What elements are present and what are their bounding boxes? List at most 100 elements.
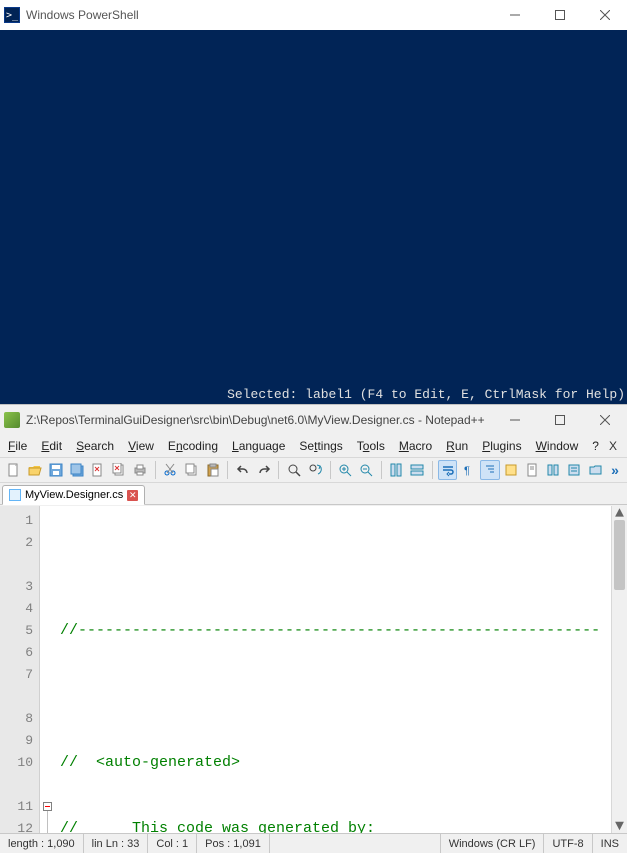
code-line: //--------------------------------------… <box>60 620 607 642</box>
close-all-icon[interactable] <box>110 460 129 480</box>
zoom-in-icon[interactable] <box>336 460 355 480</box>
notepadpp-window: Z:\Repos\TerminalGuiDesigner\src\bin\Deb… <box>0 405 627 853</box>
maximize-button[interactable] <box>537 405 582 435</box>
scroll-up-icon[interactable]: ▲ <box>612 506 627 520</box>
maximize-button[interactable] <box>537 0 582 30</box>
toolbar-separator <box>227 461 228 479</box>
code-editor[interactable]: //--------------------------------------… <box>54 506 611 833</box>
close-button[interactable] <box>582 405 627 435</box>
notepadpp-icon <box>4 412 20 428</box>
status-lines: lin Ln : 33 <box>84 834 149 853</box>
toolbar-separator <box>381 461 382 479</box>
notepadpp-titlebar: Z:\Repos\TerminalGuiDesigner\src\bin\Deb… <box>0 405 627 435</box>
svg-text:¶: ¶ <box>464 465 470 477</box>
menu-tools[interactable]: Tools <box>351 437 391 455</box>
menu-settings[interactable]: Settings <box>293 437 348 455</box>
print-icon[interactable] <box>131 460 150 480</box>
replace-icon[interactable] <box>305 460 324 480</box>
user-lang-icon[interactable] <box>502 460 521 480</box>
fold-column <box>40 506 54 833</box>
wordwrap-icon[interactable] <box>438 460 457 480</box>
scrollbar-thumb[interactable] <box>614 520 625 590</box>
sync-v-icon[interactable] <box>387 460 406 480</box>
minimize-button[interactable] <box>492 405 537 435</box>
menu-run[interactable]: Run <box>440 437 474 455</box>
powershell-title: Windows PowerShell <box>26 8 492 22</box>
line-number: 5 <box>0 620 33 642</box>
zoom-out-icon[interactable] <box>357 460 376 480</box>
line-number: 4 <box>0 598 33 620</box>
doc-list-icon[interactable] <box>544 460 563 480</box>
paste-icon[interactable] <box>203 460 222 480</box>
line-number: 10 <box>0 752 33 774</box>
menu-close-x[interactable]: X <box>609 439 627 453</box>
toolbar-separator <box>432 461 433 479</box>
status-spacer <box>270 834 441 853</box>
line-number: 1 <box>0 510 33 532</box>
terminal-status-line: Selected: label1 (F4 to Edit, E, CtrlMas… <box>227 387 625 402</box>
find-icon[interactable] <box>284 460 303 480</box>
save-icon[interactable] <box>46 460 65 480</box>
menu-plugins[interactable]: Plugins <box>476 437 527 455</box>
close-button[interactable] <box>582 0 627 30</box>
status-ins[interactable]: INS <box>593 834 627 853</box>
line-number: 2 <box>0 532 33 554</box>
powershell-titlebar: >_ Windows PowerShell <box>0 0 627 30</box>
menu-macro[interactable]: Macro <box>393 437 438 455</box>
menu-help[interactable]: ? <box>586 437 605 455</box>
toolbar: ¶ » <box>0 457 627 483</box>
cut-icon[interactable] <box>161 460 180 480</box>
save-all-icon[interactable] <box>67 460 86 480</box>
vertical-scrollbar[interactable]: ▲ ▼ <box>611 506 627 833</box>
show-all-chars-icon[interactable]: ¶ <box>459 460 478 480</box>
open-file-icon[interactable] <box>25 460 44 480</box>
status-length: length : 1,090 <box>0 834 84 853</box>
line-number: 11 <box>0 796 33 818</box>
menu-search[interactable]: Search <box>70 437 120 455</box>
tab-myview-designer[interactable]: MyView.Designer.cs ✕ <box>2 485 145 505</box>
menu-view[interactable]: View <box>122 437 160 455</box>
code-line <box>60 554 607 576</box>
status-col: Col : 1 <box>148 834 197 853</box>
sync-h-icon[interactable] <box>408 460 427 480</box>
tab-close-icon[interactable]: ✕ <box>127 490 138 501</box>
indent-guide-icon[interactable] <box>480 460 499 480</box>
powershell-window: >_ Windows PowerShell Selected: label1 (… <box>0 0 627 405</box>
line-number: 7 <box>0 664 33 686</box>
tab-bar: MyView.Designer.cs ✕ <box>0 483 627 505</box>
new-file-icon[interactable] <box>4 460 23 480</box>
menu-edit[interactable]: Edit <box>35 437 68 455</box>
line-number: 9 <box>0 730 33 752</box>
line-number: 8 <box>0 708 33 730</box>
editor-area: 1 2 3 4 5 6 7 8 9 10 11 12 13 <box>0 505 627 833</box>
line-number-gutter: 1 2 3 4 5 6 7 8 9 10 11 12 13 <box>0 506 40 833</box>
menu-file[interactable]: File <box>2 437 33 455</box>
copy-icon[interactable] <box>182 460 201 480</box>
minimize-button[interactable] <box>492 0 537 30</box>
doc-map-icon[interactable] <box>523 460 542 480</box>
menu-bar: File Edit Search View Encoding Language … <box>0 435 627 457</box>
code-line <box>60 686 607 708</box>
status-bar: length : 1,090 lin Ln : 33 Col : 1 Pos :… <box>0 833 627 853</box>
menu-language[interactable]: Language <box>226 437 291 455</box>
toolbar-overflow-icon[interactable]: » <box>607 462 623 478</box>
notepadpp-window-controls <box>492 405 627 435</box>
menu-window[interactable]: Window <box>530 437 585 455</box>
folder-workspace-icon[interactable] <box>586 460 605 480</box>
undo-icon[interactable] <box>233 460 252 480</box>
redo-icon[interactable] <box>254 460 273 480</box>
close-file-icon[interactable] <box>89 460 108 480</box>
toolbar-separator <box>155 461 156 479</box>
scroll-down-icon[interactable]: ▼ <box>612 819 627 833</box>
status-enc[interactable]: UTF-8 <box>544 834 592 853</box>
toolbar-separator <box>278 461 279 479</box>
status-eol[interactable]: Windows (CR LF) <box>441 834 545 853</box>
tab-label: MyView.Designer.cs <box>25 489 123 501</box>
powershell-window-controls <box>492 0 627 30</box>
func-list-icon[interactable] <box>565 460 584 480</box>
toolbar-separator <box>330 461 331 479</box>
powershell-terminal-body[interactable]: Selected: label1 (F4 to Edit, E, CtrlMas… <box>0 30 627 404</box>
menu-encoding[interactable]: Encoding <box>162 437 224 455</box>
fold-toggle-icon[interactable] <box>43 802 52 811</box>
code-line: // This code was generated by: <box>60 818 607 833</box>
